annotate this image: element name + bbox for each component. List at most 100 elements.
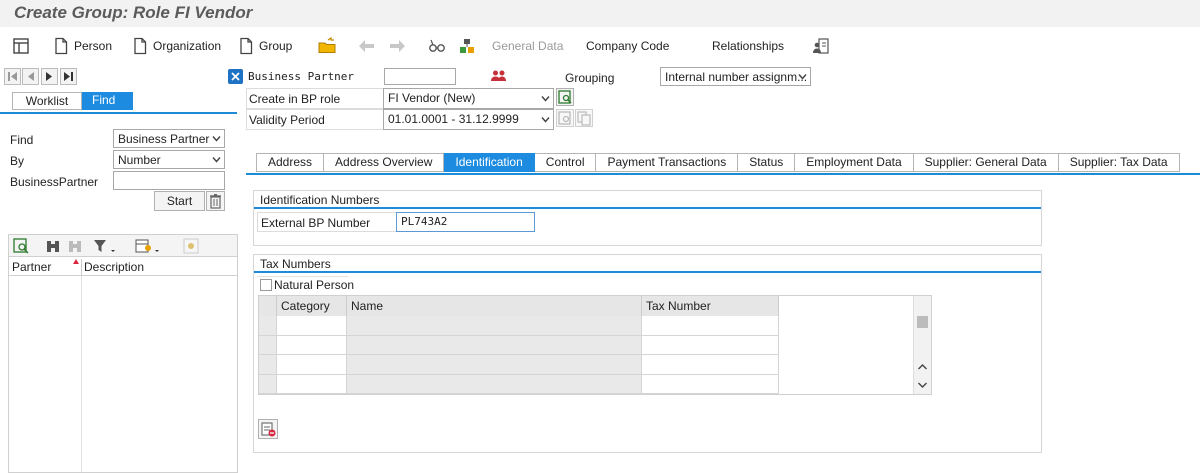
validity-value: 01.01.0001 - 31.12.9999	[388, 112, 519, 126]
company-code-button[interactable]: Company Code	[586, 35, 669, 57]
column-header-category[interactable]: Category	[277, 296, 347, 316]
person-card-icon	[813, 38, 829, 54]
left-pane-splitter[interactable]	[237, 234, 238, 473]
relationships-button[interactable]: Relationships	[712, 35, 784, 57]
table-empty-area	[779, 296, 913, 394]
name-cell	[347, 316, 642, 336]
person-button[interactable]: Person	[52, 35, 112, 57]
chevron-up-icon[interactable]	[917, 362, 928, 372]
previous-button[interactable]	[358, 35, 376, 57]
layout-settings-icon[interactable]	[135, 238, 161, 254]
column-header-tax-number[interactable]: Tax Number	[642, 296, 779, 316]
group-button[interactable]: Group	[237, 35, 292, 57]
category-cell[interactable]	[277, 316, 347, 336]
natural-person-label: Natural Person	[274, 278, 355, 292]
section-divider	[254, 271, 1041, 273]
export-icon[interactable]	[183, 238, 201, 254]
tab-control[interactable]: Control	[534, 153, 597, 172]
tab-employment-data[interactable]: Employment Data	[795, 153, 914, 172]
document-icon	[240, 37, 253, 55]
find-value: Business Partner	[118, 132, 210, 146]
close-icon[interactable]	[228, 69, 243, 84]
validity-copy-button[interactable]	[575, 109, 593, 127]
start-button[interactable]: Start	[154, 191, 205, 211]
list-detail-icon[interactable]	[13, 238, 29, 254]
detail-tabs: Address Address Overview Identification Con…	[256, 153, 1180, 172]
filter-icon[interactable]	[93, 238, 117, 254]
copy-icon	[577, 111, 591, 126]
column-header-partner[interactable]: Partner	[12, 260, 51, 274]
natural-person-checkbox[interactable]	[260, 279, 272, 291]
binoculars-next-icon[interactable]	[67, 238, 83, 254]
table-scrollbar[interactable]	[913, 296, 931, 394]
name-cell	[347, 374, 642, 394]
open-folder-button[interactable]	[318, 35, 336, 57]
group-label: Group	[259, 39, 293, 53]
bp-role-select[interactable]: FI Vendor (New)	[383, 88, 554, 109]
business-partner-search-input[interactable]	[113, 171, 225, 190]
layout-icon	[13, 38, 29, 54]
business-partner-input[interactable]	[384, 68, 456, 85]
binoculars-icon[interactable]	[45, 238, 61, 254]
chevron-down-icon	[541, 117, 550, 123]
find-select[interactable]: Business Partner	[113, 129, 225, 148]
column-divider	[81, 259, 82, 276]
tax-number-cell[interactable]	[642, 374, 779, 394]
tax-number-cell[interactable]	[642, 355, 779, 375]
external-bp-number-input[interactable]: PL743A2	[396, 212, 535, 232]
by-select[interactable]: Number	[113, 150, 225, 169]
nav-last-button[interactable]	[60, 68, 77, 85]
persons-icon	[491, 70, 506, 81]
natural-person-frame	[257, 276, 348, 277]
validity-detail-button[interactable]	[556, 109, 574, 127]
row-selector	[259, 335, 277, 355]
result-list: Partner Description	[8, 234, 238, 473]
scrollbar-thumb[interactable]	[917, 316, 928, 328]
nav-next-button[interactable]	[41, 68, 58, 85]
category-cell[interactable]	[277, 355, 347, 375]
toolbar: Person Organization Group General Data C…	[0, 30, 1200, 60]
bp-role-value: FI Vendor (New)	[388, 91, 476, 105]
glasses-icon	[429, 39, 445, 52]
tab-status[interactable]: Status	[738, 153, 796, 172]
grouping-select[interactable]: Internal number assignm...	[660, 67, 811, 86]
category-cell[interactable]	[277, 335, 347, 355]
organization-button[interactable]: Organization	[131, 35, 221, 57]
next-button[interactable]	[388, 35, 406, 57]
grouping-label: Grouping	[565, 71, 615, 85]
general-data-button[interactable]: General Data	[492, 35, 563, 57]
category-cell[interactable]	[277, 374, 347, 394]
column-header-name[interactable]: Name	[347, 296, 642, 316]
hierarchy-button[interactable]	[458, 35, 476, 57]
chevron-down-icon	[212, 136, 221, 142]
tab-identification[interactable]: Identification	[444, 153, 535, 172]
tab-find[interactable]: Find	[82, 92, 133, 110]
delete-button[interactable]	[206, 191, 225, 211]
tax-number-cell[interactable]	[642, 316, 779, 336]
glasses-button[interactable]	[428, 35, 446, 57]
nav-prev-button[interactable]	[22, 68, 39, 85]
tab-supplier-general-data[interactable]: Supplier: General Data	[913, 153, 1059, 172]
role-label: Create in BP role	[249, 92, 341, 106]
partner-detail-button[interactable]	[812, 35, 830, 57]
result-list-toolbar	[9, 235, 237, 257]
tab-supplier-tax-data[interactable]: Supplier: Tax Data	[1058, 153, 1180, 172]
organization-label: Organization	[153, 39, 222, 53]
tab-payment-transactions[interactable]: Payment Transactions	[596, 153, 739, 172]
chevron-down-icon[interactable]	[917, 380, 928, 390]
overview-toggle-button[interactable]	[12, 35, 30, 57]
chevron-down-icon	[798, 74, 807, 80]
column-header-description[interactable]: Description	[84, 260, 144, 274]
tab-worklist[interactable]: Worklist	[12, 92, 82, 110]
name-cell	[347, 355, 642, 375]
last-icon	[64, 72, 73, 81]
tabs-underline	[246, 173, 1200, 175]
role-detail-button[interactable]	[556, 88, 574, 106]
chevron-down-icon	[541, 96, 550, 102]
delete-row-button[interactable]	[258, 419, 278, 439]
validity-select[interactable]: 01.01.0001 - 31.12.9999	[383, 109, 554, 130]
tax-number-cell[interactable]	[642, 335, 779, 355]
nav-first-button[interactable]	[4, 68, 21, 85]
tab-address-overview[interactable]: Address Overview	[324, 153, 445, 172]
tab-address[interactable]: Address	[256, 153, 325, 172]
